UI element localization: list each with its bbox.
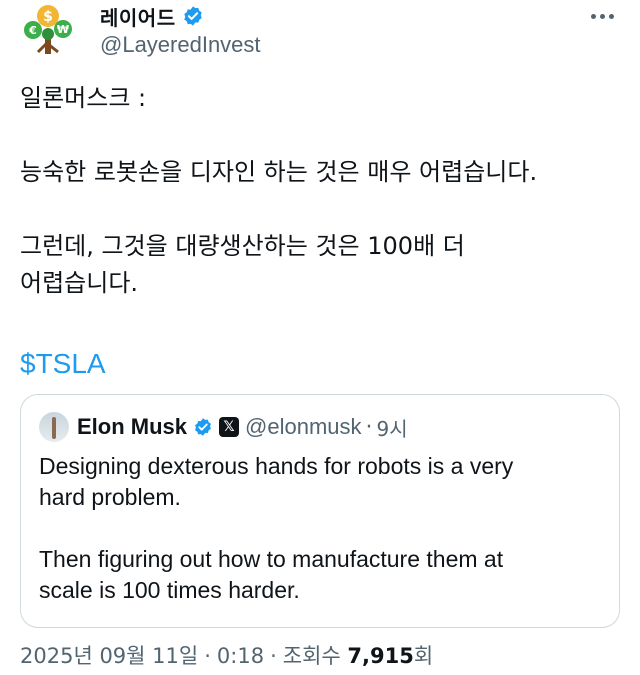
header-separator: · (365, 414, 373, 440)
meta-separator: · (204, 644, 211, 668)
x-affiliation-icon: 𝕏 (219, 417, 240, 437)
quoted-tweet-header: Elon Musk 𝕏 @elonmusk · 9시 (39, 411, 408, 443)
money-tree-avatar[interactable]: $ € ₩ (20, 2, 76, 58)
tweet-meta: 2025년 09월 11일 · 0:18 · 조회수 7,915회 (20, 640, 433, 670)
verified-badge-icon (195, 418, 211, 436)
views-count: 7,915 (347, 644, 414, 668)
svg-text:₩: ₩ (57, 23, 69, 36)
author-name-row[interactable]: 레이어드 (100, 2, 204, 30)
svg-text:€: € (28, 24, 37, 37)
tweet-time[interactable]: 0:18 (217, 644, 264, 668)
quoted-tweet-card[interactable]: Elon Musk 𝕏 @elonmusk · 9시 Designing dex… (20, 394, 620, 628)
author-handle[interactable]: @LayeredInvest (100, 32, 261, 58)
verified-badge-icon (183, 6, 202, 26)
quoted-author-handle[interactable]: @elonmusk (245, 414, 362, 440)
more-options-icon[interactable] (591, 14, 614, 19)
quoted-tweet-time[interactable]: 9시 (377, 413, 408, 442)
tweet-text: 일론머스크 : 능숙한 로봇손을 디자인 하는 것은 매우 어렵습니다. 그런데… (20, 84, 538, 297)
meta-separator: · (270, 644, 277, 668)
quoted-tweet-text: Designing dexterous hands for robots is … (39, 453, 514, 603)
quoted-author-avatar[interactable] (39, 412, 69, 442)
tweet-date[interactable]: 2025년 09월 11일 (20, 644, 198, 668)
views-suffix: 회 (413, 644, 434, 668)
quoted-author-name[interactable]: Elon Musk (77, 414, 187, 440)
svg-text:$: $ (43, 9, 53, 25)
cashtag-link[interactable]: $TSLA (20, 348, 106, 380)
author-display-name[interactable]: 레이어드 (100, 2, 176, 31)
views-label: 조회수 (282, 644, 341, 668)
